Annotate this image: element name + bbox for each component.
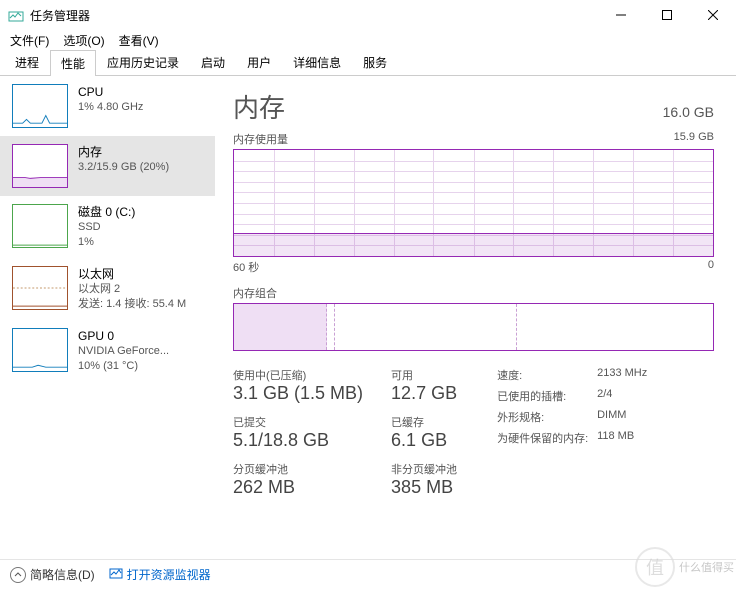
- sidebar-item-sub2: 1%: [78, 235, 135, 250]
- sidebar-item-sub: SSD: [78, 220, 135, 235]
- stat-paged-label: 分页缓冲池: [233, 461, 363, 477]
- slots-value: 2/4: [597, 388, 612, 404]
- hw-reserved-value: 118 MB: [597, 430, 634, 446]
- tab-details[interactable]: 详细信息: [282, 49, 352, 75]
- sidebar-item-cpu[interactable]: CPU 1% 4.80 GHz: [0, 76, 215, 136]
- graph-label: 内存使用量: [233, 131, 288, 147]
- sidebar: CPU 1% 4.80 GHz 内存 3.2/15.9 GB (20%) 磁盘 …: [0, 76, 215, 559]
- open-resmon-label: 打开资源监视器: [127, 566, 211, 583]
- graph-time-left: 60 秒: [233, 259, 259, 275]
- composition-label: 内存组合: [233, 285, 714, 301]
- ethernet-thumb-icon: [12, 266, 68, 310]
- sidebar-item-memory[interactable]: 内存 3.2/15.9 GB (20%): [0, 136, 215, 196]
- cpu-thumb-icon: [12, 84, 68, 128]
- graph-max: 15.9 GB: [674, 131, 714, 147]
- gpu-thumb-icon: [12, 328, 68, 372]
- disk-thumb-icon: [12, 204, 68, 248]
- speed-value: 2133 MHz: [597, 367, 647, 383]
- memory-usage-graph[interactable]: [233, 149, 714, 257]
- memory-composition-graph[interactable]: [233, 303, 714, 351]
- graph-usage-fill: [234, 233, 713, 256]
- sidebar-item-sub: 1% 4.80 GHz: [78, 100, 143, 115]
- sidebar-item-disk[interactable]: 磁盘 0 (C:) SSD 1%: [0, 196, 215, 258]
- stat-avail: 12.7 GB: [391, 383, 457, 404]
- fewer-details-label: 简略信息(D): [30, 566, 95, 583]
- memory-thumb-icon: [12, 144, 68, 188]
- stat-in-use-label: 使用中(已压缩): [233, 367, 363, 383]
- hw-reserved-label: 为硬件保留的内存:: [497, 430, 597, 446]
- chevron-up-icon: [10, 567, 26, 583]
- menu-options[interactable]: 选项(O): [57, 30, 110, 51]
- sidebar-item-sub2: 发送: 1.4 接收: 55.4 M: [78, 297, 186, 312]
- sidebar-item-sub: 3.2/15.9 GB (20%): [78, 160, 169, 175]
- detail-capacity: 16.0 GB: [663, 104, 714, 120]
- form-label: 外形规格:: [497, 409, 597, 425]
- sidebar-item-label: GPU 0: [78, 328, 169, 344]
- tab-startup[interactable]: 启动: [190, 49, 236, 75]
- tab-users[interactable]: 用户: [236, 49, 282, 75]
- stats-left: 使用中(已压缩) 3.1 GB (1.5 MB) 可用 12.7 GB 已提交 …: [233, 367, 457, 498]
- sidebar-item-label: 内存: [78, 144, 169, 160]
- stats-right: 速度:2133 MHz 已使用的插槽:2/4 外形规格:DIMM 为硬件保留的内…: [497, 367, 647, 498]
- sidebar-item-gpu[interactable]: GPU 0 NVIDIA GeForce... 10% (31 °C): [0, 320, 215, 382]
- comp-in-use: [234, 304, 327, 350]
- tabbar: 进程 性能 应用历史记录 启动 用户 详细信息 服务: [0, 50, 736, 76]
- speed-label: 速度:: [497, 367, 597, 383]
- graph-time-right: 0: [708, 259, 714, 275]
- stat-avail-label: 可用: [391, 367, 457, 383]
- detail-title: 内存: [233, 88, 285, 125]
- maximize-button[interactable]: [644, 0, 690, 30]
- tab-services[interactable]: 服务: [352, 49, 398, 75]
- titlebar: 任务管理器: [0, 0, 736, 30]
- fewer-details-button[interactable]: 简略信息(D): [10, 566, 95, 583]
- sidebar-item-sub: 以太网 2: [78, 282, 186, 297]
- minimize-button[interactable]: [598, 0, 644, 30]
- tab-performance[interactable]: 性能: [50, 50, 96, 76]
- sidebar-item-sub2: 10% (31 °C): [78, 359, 169, 374]
- bottombar: 简略信息(D) 打开资源监视器: [0, 559, 736, 589]
- sidebar-item-ethernet[interactable]: 以太网 以太网 2 发送: 1.4 接收: 55.4 M: [0, 258, 215, 320]
- stat-nonpaged-label: 非分页缓冲池: [391, 461, 457, 477]
- form-value: DIMM: [597, 409, 626, 425]
- slots-label: 已使用的插槽:: [497, 388, 597, 404]
- titlebar-title: 任务管理器: [30, 7, 598, 24]
- menu-view[interactable]: 查看(V): [113, 30, 165, 51]
- stat-in-use: 3.1 GB (1.5 MB): [233, 383, 363, 404]
- open-resmon-link[interactable]: 打开资源监视器: [109, 566, 211, 583]
- tab-processes[interactable]: 进程: [4, 49, 50, 75]
- stat-commit: 5.1/18.8 GB: [233, 430, 363, 451]
- stat-cached: 6.1 GB: [391, 430, 457, 451]
- stat-commit-label: 已提交: [233, 414, 363, 430]
- stat-nonpaged: 385 MB: [391, 477, 457, 498]
- close-button[interactable]: [690, 0, 736, 30]
- sidebar-item-label: 以太网: [78, 266, 186, 282]
- stat-paged: 262 MB: [233, 477, 363, 498]
- menubar: 文件(F) 选项(O) 查看(V): [0, 30, 736, 50]
- menu-file[interactable]: 文件(F): [4, 30, 55, 51]
- comp-standby: [335, 304, 517, 350]
- comp-modified: [327, 304, 334, 350]
- sidebar-item-label: CPU: [78, 84, 143, 100]
- sidebar-item-label: 磁盘 0 (C:): [78, 204, 135, 220]
- tab-app-history[interactable]: 应用历史记录: [96, 49, 190, 75]
- stat-cached-label: 已缓存: [391, 414, 457, 430]
- app-icon: [8, 7, 24, 23]
- detail-pane: 内存 16.0 GB 内存使用量 15.9 GB: [215, 76, 736, 559]
- resmon-icon: [109, 566, 123, 583]
- sidebar-item-sub: NVIDIA GeForce...: [78, 344, 169, 359]
- comp-free: [517, 304, 713, 350]
